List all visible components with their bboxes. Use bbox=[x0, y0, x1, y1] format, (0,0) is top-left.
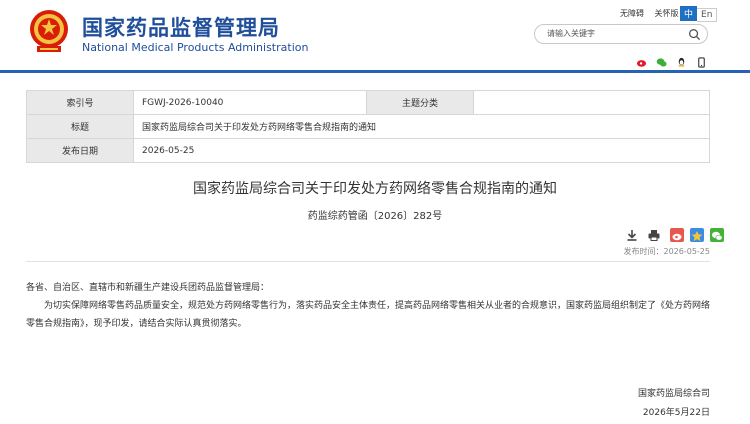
wechat-icon[interactable] bbox=[656, 53, 667, 67]
qzone-share-icon[interactable] bbox=[690, 227, 705, 242]
article-title: 国家药监局综合司关于印发处方药网络零售合规指南的通知 bbox=[193, 181, 557, 197]
lang-en-button[interactable]: En bbox=[697, 8, 718, 22]
wechat-share-icon[interactable] bbox=[710, 227, 725, 242]
lang-zh-button[interactable]: 中 bbox=[680, 6, 698, 21]
top-share-icons bbox=[636, 48, 711, 68]
document-number: 药监综药管函〔2026〕282号 bbox=[307, 211, 443, 222]
signature: 国家药监局综合司 bbox=[637, 389, 710, 399]
mobile-icon[interactable] bbox=[696, 53, 707, 68]
qq-icon[interactable] bbox=[676, 53, 687, 67]
body-paragraph: 为切实保障网络零售药品质量安全，规范处方药网络零售行为，落实药品安全主体责任，提… bbox=[26, 301, 711, 329]
site-header: 国家药品监督管理局 National Medical Products Admi… bbox=[0, 0, 750, 70]
search-icon[interactable] bbox=[688, 28, 701, 41]
date-label: 发布日期 bbox=[26, 138, 134, 163]
weibo-share-icon[interactable] bbox=[670, 227, 685, 242]
article-tools bbox=[625, 224, 725, 242]
date-value: 2026-05-25 bbox=[133, 138, 710, 163]
site-title-en[interactable]: National Medical Products Administration bbox=[82, 41, 308, 54]
print-icon[interactable] bbox=[647, 228, 661, 242]
document-info-table: 索引号 FGWJ-2026-10040 主题分类 标题 国家药监局综合司关于印发… bbox=[26, 90, 710, 163]
title-label: 标题 bbox=[26, 114, 134, 139]
article-body: 各省、自治区、直辖市和新疆生产建设兵团药品监督管理局： 为切实保障网络零售药品质… bbox=[26, 279, 710, 333]
download-icon[interactable] bbox=[625, 228, 639, 242]
top-links: 无障碍 关怀版 bbox=[620, 8, 687, 19]
search-input[interactable] bbox=[545, 28, 689, 39]
accessibility-link[interactable]: 无障碍 bbox=[620, 9, 644, 18]
salutation: 各省、自治区、直辖市和新疆生产建设兵团药品监督管理局： bbox=[26, 283, 270, 293]
language-switch: 中 En bbox=[680, 6, 718, 22]
index-label: 索引号 bbox=[26, 90, 134, 115]
site-title-cn[interactable]: 国家药品监督管理局 bbox=[82, 12, 280, 42]
sign-date: 2026年5月22日 bbox=[642, 408, 710, 418]
header-divider-bar bbox=[0, 70, 750, 73]
publish-time: 发布时间：2026-05-25 bbox=[623, 247, 711, 256]
category-value bbox=[473, 90, 710, 115]
content-divider bbox=[26, 261, 710, 262]
national-emblem-icon bbox=[30, 10, 68, 52]
title-value: 国家药监局综合司关于印发处方药网络零售合规指南的通知 bbox=[133, 114, 710, 139]
care-mode-link[interactable]: 关怀版 bbox=[655, 9, 679, 18]
index-value: FGWJ-2026-10040 bbox=[133, 90, 367, 115]
search-box bbox=[534, 24, 708, 44]
weibo-icon[interactable] bbox=[636, 53, 647, 67]
category-label: 主题分类 bbox=[366, 90, 474, 115]
